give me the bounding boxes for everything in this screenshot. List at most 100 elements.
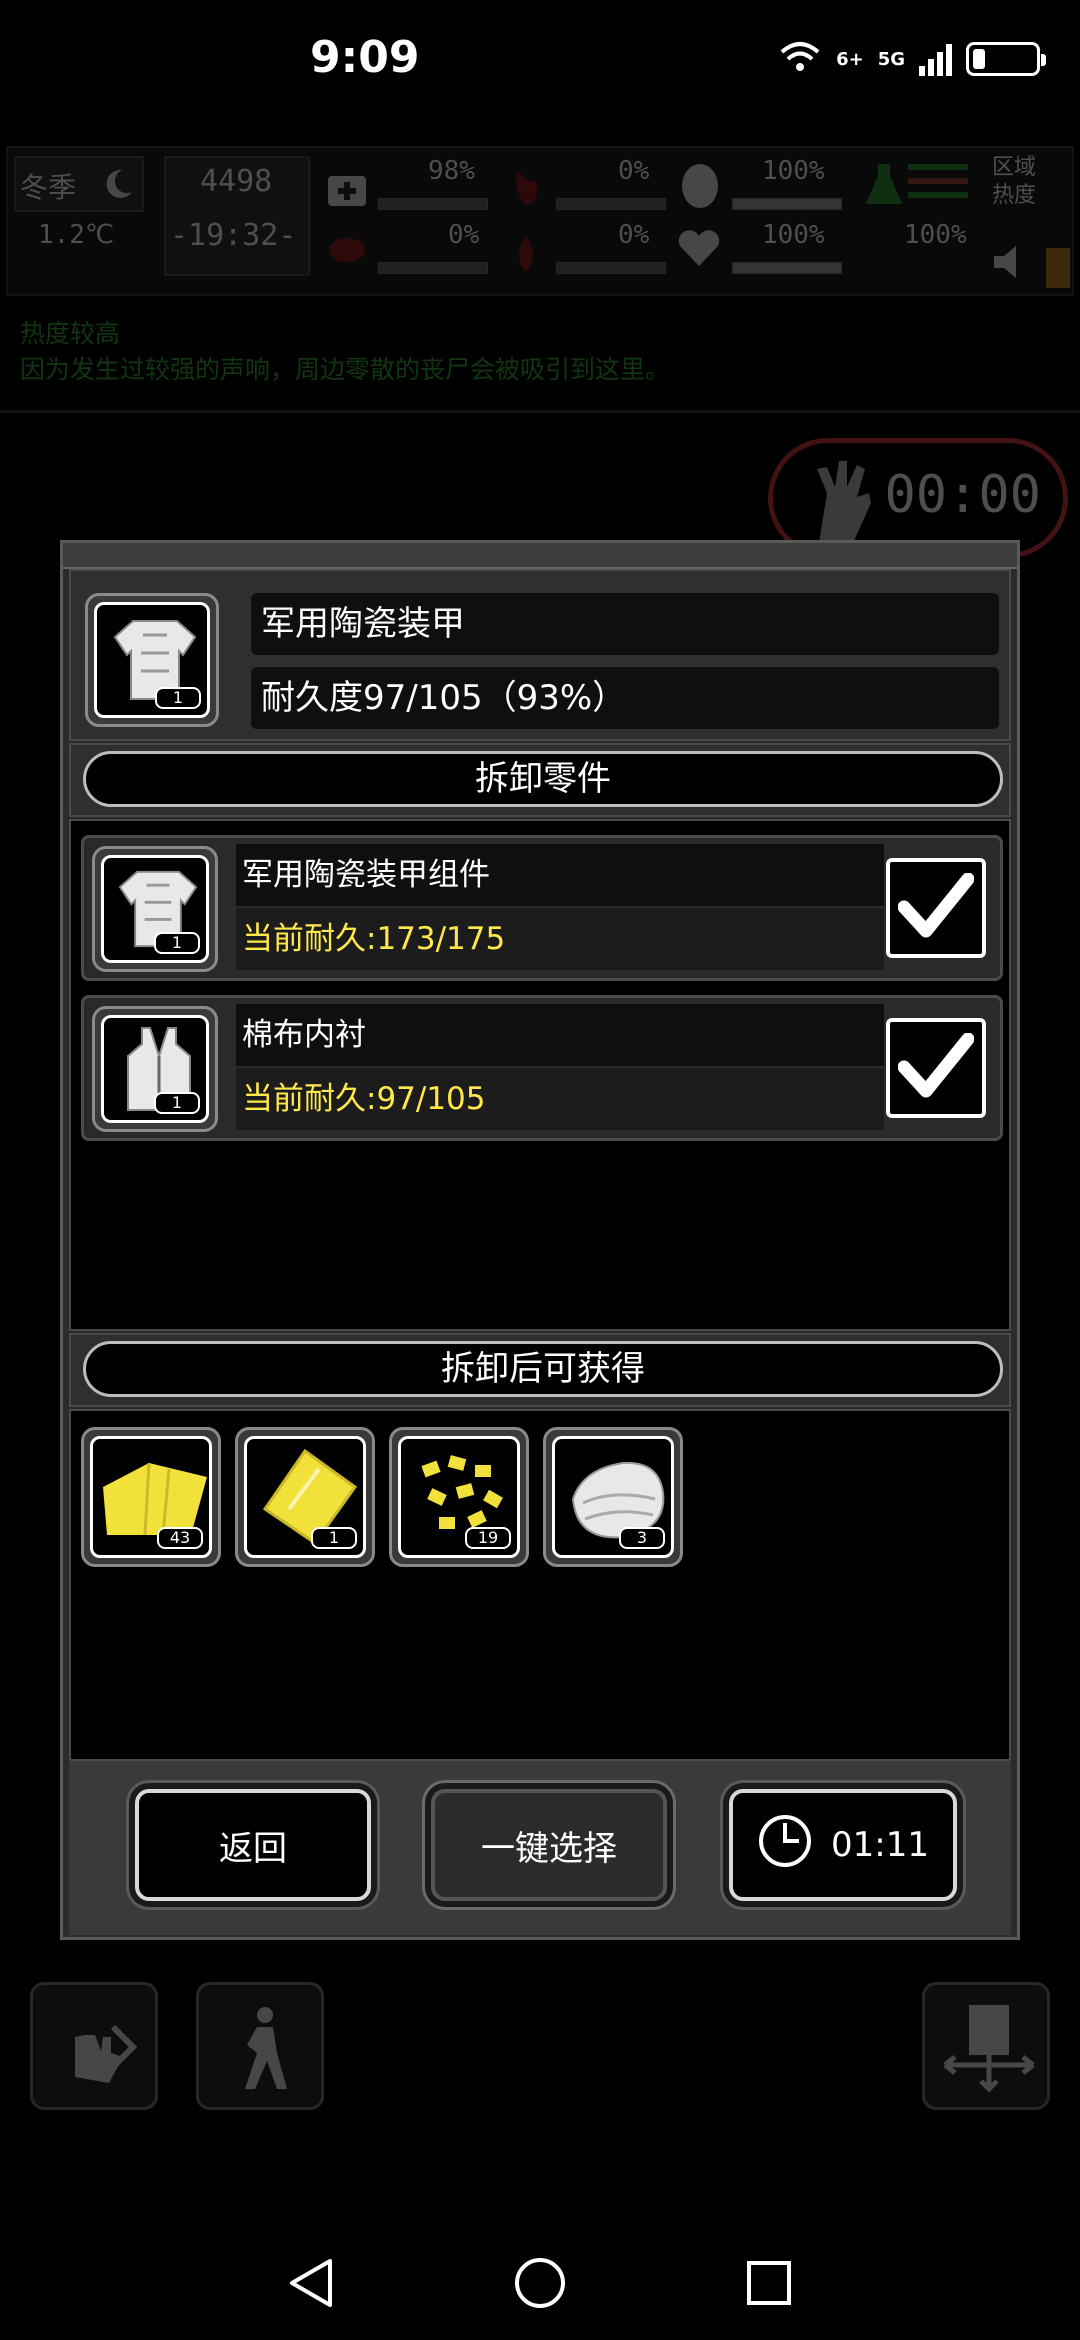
tap-hand-icon [55, 2007, 139, 2095]
rewards-grid: 43 1 19 3 [69, 1409, 1011, 1761]
blood-icon [508, 234, 544, 278]
stat-5: 100% [762, 156, 825, 186]
checkmark-icon [897, 872, 975, 943]
stat-3: 0% [618, 156, 650, 186]
reward-count: 3 [619, 1527, 665, 1549]
storage-icon [941, 2003, 1037, 2097]
reward-count: 43 [157, 1527, 203, 1549]
item-icon-card: 1 [85, 593, 219, 727]
divider [0, 410, 1080, 413]
day-box: 4498 -19:32- [164, 156, 310, 276]
flask-icon [864, 162, 904, 210]
nav-back-button[interactable] [276, 2250, 346, 2320]
back-triangle-icon [286, 2257, 336, 2313]
item-count: 1 [155, 687, 201, 709]
parts-list: 1 军用陶瓷装甲组件 当前耐久:173/175 1 棉布内衬 当前耐久:97/1… [69, 819, 1011, 1331]
status-icons: 6+ 5G [778, 40, 1046, 78]
parts-header: 拆卸零件 [83, 751, 1003, 807]
part-count: 1 [154, 1092, 200, 1114]
stomach-icon [508, 168, 544, 214]
walk-icon [225, 2005, 301, 2097]
drop-icon-red [326, 232, 368, 272]
part-durability: 当前耐久:173/175 [236, 908, 884, 970]
item-header: 1 军用陶瓷装甲 耐久度97/105（93%） [69, 569, 1011, 741]
network-label: 5G [877, 48, 905, 70]
status-bar: 9:09 6+ 5G [0, 0, 1080, 120]
nav-recents-button[interactable] [734, 2250, 804, 2320]
checkmark-icon [897, 1032, 975, 1103]
dialog-footer: 返回 一键选择 01:11 [69, 1761, 1011, 1935]
rewards-header: 拆卸后可获得 [83, 1341, 1003, 1397]
zombie-timer: 00:00 [884, 465, 1041, 525]
signal-icon [919, 42, 952, 76]
status-time: 9:09 [310, 32, 420, 83]
day-counter: 4498 [200, 164, 273, 199]
item-name: 军用陶瓷装甲 [251, 593, 999, 655]
disassemble-dialog: 1 军用陶瓷装甲 耐久度97/105（93%） 拆卸零件 1 军用陶瓷装甲组件 … [60, 540, 1020, 1940]
walk-button [196, 1982, 324, 2110]
medkit-icon [326, 168, 368, 214]
season-label: 冬季 [20, 171, 77, 204]
reward-item[interactable]: 3 [543, 1427, 683, 1567]
heart-icon [676, 228, 722, 272]
heat-notice-title: 热度较高 [20, 319, 121, 348]
reward-item[interactable]: 43 [81, 1427, 221, 1567]
rewards-header-bar: 拆卸后可获得 [69, 1333, 1011, 1407]
heat-notice: 热度较高 因为发生过较强的声响，周边零散的丧尸会被吸引到这里。 [20, 316, 670, 388]
part-checkbox[interactable] [886, 1018, 986, 1118]
stat-7: 100% [904, 220, 967, 250]
item-durability: 耐久度97/105（93%） [251, 667, 999, 729]
dialog-top-bar [63, 543, 1017, 569]
home-circle-icon [513, 2256, 567, 2314]
timer-label: 01:11 [831, 1825, 929, 1865]
stat-6: 100% [762, 220, 825, 250]
heat-notice-body: 因为发生过较强的声响，周边零散的丧尸会被吸引到这里。 [20, 355, 671, 384]
speaker-icon [992, 244, 1032, 284]
stat-4: 0% [618, 220, 650, 250]
stat-5-bar [732, 198, 842, 210]
stat-1: 98% [428, 156, 475, 186]
part-count: 1 [154, 932, 200, 954]
part-row: 1 军用陶瓷装甲组件 当前耐久:173/175 [81, 835, 1003, 981]
stat-1-bar [378, 198, 488, 210]
interact-button [30, 1982, 158, 2110]
stat-6-bar [732, 262, 842, 274]
hud-panel: 冬季 1.2℃ 4498 -19:32- 98% 0% 0% 0% 100% 1… [6, 146, 1074, 296]
zone-heat-indicator [1046, 248, 1070, 288]
temperature: 1.2℃ [38, 220, 115, 250]
battery-fill [973, 49, 985, 69]
reward-count: 19 [465, 1527, 511, 1549]
part-durability: 当前耐久:97/105 [236, 1068, 884, 1130]
heat-bar-red [908, 178, 968, 184]
part-row: 1 棉布内衬 当前耐久:97/105 [81, 995, 1003, 1141]
reward-item[interactable]: 19 [389, 1427, 529, 1567]
reward-item[interactable]: 1 [235, 1427, 375, 1567]
zone-heat-label: 区域热度 [992, 155, 1037, 208]
moon-icon [100, 166, 136, 206]
game-clock: -19:32- [170, 218, 297, 253]
select-all-button[interactable]: 一键选择 [431, 1789, 667, 1901]
storage-button [922, 1982, 1050, 2110]
stat-3-bar [556, 198, 666, 210]
nav-home-button[interactable] [505, 2250, 575, 2320]
zombie-hand-icon [799, 453, 879, 553]
back-button[interactable]: 返回 [135, 1789, 371, 1901]
part-icon-card: 1 [92, 1006, 218, 1132]
wifi-icon [778, 40, 822, 78]
parts-header-bar: 拆卸零件 [69, 743, 1011, 817]
navigation-bar [0, 2220, 1080, 2340]
part-name: 军用陶瓷装甲组件 [236, 844, 884, 906]
back-label: 返回 [219, 1828, 287, 1869]
part-name: 棉布内衬 [236, 1004, 884, 1066]
heat-bar-green [908, 164, 968, 170]
part-icon-card: 1 [92, 846, 218, 972]
reward-count: 1 [311, 1527, 357, 1549]
stat-4-bar [556, 262, 666, 274]
shield-icon [678, 162, 722, 214]
part-checkbox[interactable] [886, 858, 986, 958]
battery-icon [966, 42, 1046, 76]
season-box: 冬季 [14, 156, 144, 212]
select-all-label: 一键选择 [481, 1828, 617, 1869]
disassemble-timer-button[interactable]: 01:11 [729, 1789, 957, 1901]
heat-bar-green-2 [908, 192, 968, 198]
